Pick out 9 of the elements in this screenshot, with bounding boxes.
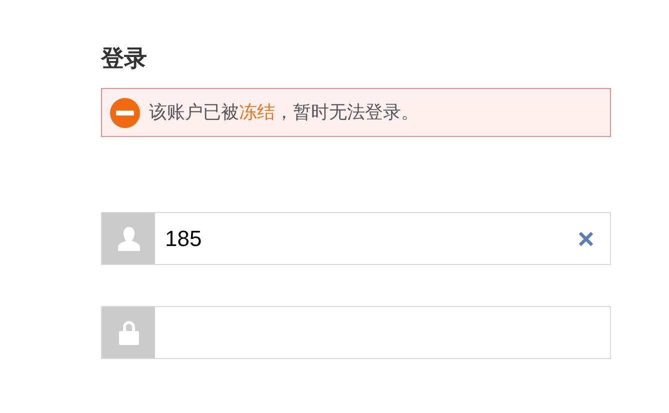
user-icon — [116, 224, 140, 252]
lock-icon — [118, 318, 140, 346]
username-field[interactable]: 185 — [101, 212, 611, 265]
password-field[interactable] — [101, 306, 611, 359]
field-value: 185 — [165, 225, 202, 253]
blocked-icon — [109, 96, 141, 128]
page-title: 登录 — [101, 44, 147, 73]
close-icon — [578, 230, 594, 246]
error-message: 该账户已被冻结，暂时无法登录。 — [149, 101, 419, 124]
